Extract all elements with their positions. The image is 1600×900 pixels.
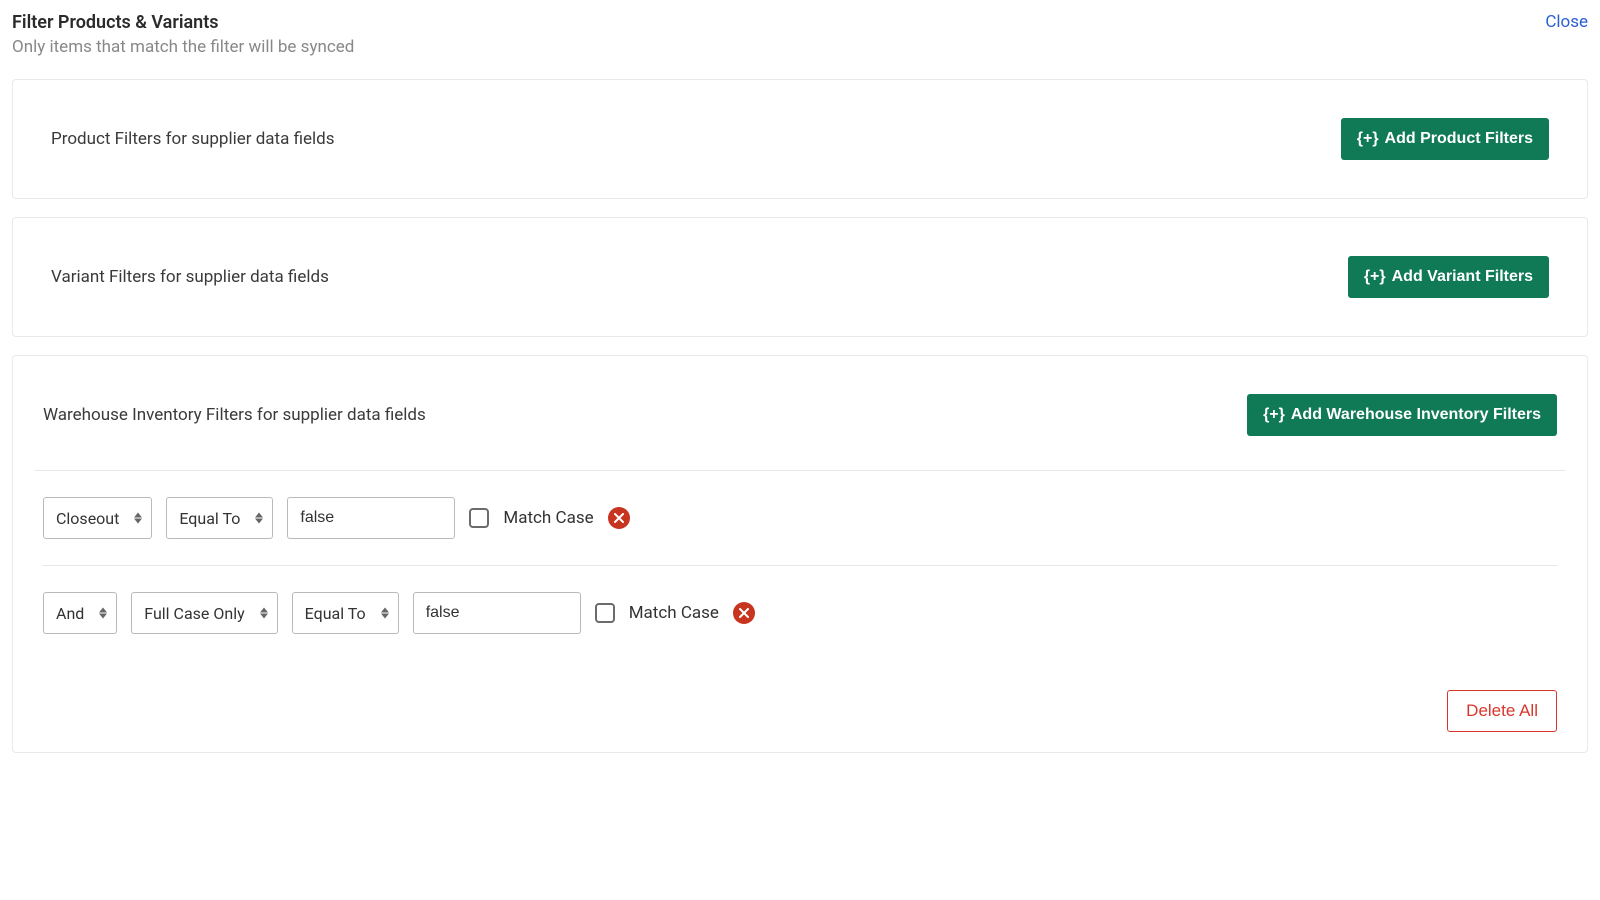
- filter-row: And Full Case Only Equal To Match Case: [43, 566, 1557, 660]
- add-product-filters-button[interactable]: {+} Add Product Filters: [1341, 118, 1549, 160]
- product-filters-title: Product Filters for supplier data fields: [51, 129, 335, 149]
- add-inventory-filters-button[interactable]: {+} Add Warehouse Inventory Filters: [1247, 394, 1557, 436]
- add-product-filters-label: Add Product Filters: [1385, 130, 1533, 148]
- add-variant-filters-button[interactable]: {+} Add Variant Filters: [1348, 256, 1549, 298]
- match-case-label: Match Case: [629, 603, 719, 623]
- operator-select[interactable]: Equal To: [292, 592, 399, 634]
- value-input[interactable]: [413, 592, 581, 634]
- field-select[interactable]: Full Case Only: [131, 592, 277, 634]
- field-select-value: Closeout: [56, 509, 119, 528]
- page-subtitle: Only items that match the filter will be…: [12, 37, 1588, 57]
- variant-filters-card: Variant Filters for supplier data fields…: [12, 217, 1588, 337]
- operator-select-value: Equal To: [305, 604, 366, 623]
- add-variant-filters-label: Add Variant Filters: [1392, 268, 1533, 286]
- value-input[interactable]: [287, 497, 455, 539]
- inventory-filters-card: Warehouse Inventory Filters for supplier…: [12, 355, 1588, 753]
- plus-braces-icon: {+}: [1357, 130, 1379, 148]
- close-link[interactable]: Close: [1545, 12, 1588, 32]
- product-filters-card: Product Filters for supplier data fields…: [12, 79, 1588, 199]
- close-icon: [614, 513, 624, 523]
- page-title: Filter Products & Variants: [12, 12, 219, 33]
- plus-braces-icon: {+}: [1364, 268, 1386, 286]
- field-select[interactable]: Closeout: [43, 497, 152, 539]
- plus-braces-icon: {+}: [1263, 406, 1285, 424]
- filter-row: Closeout Equal To Match Case: [43, 471, 1557, 566]
- delete-row-button[interactable]: [733, 602, 755, 624]
- delete-all-button[interactable]: Delete All: [1447, 690, 1557, 732]
- match-case-checkbox[interactable]: [469, 508, 489, 528]
- operator-select-value: Equal To: [179, 509, 240, 528]
- logic-select[interactable]: And: [43, 592, 117, 634]
- variant-filters-title: Variant Filters for supplier data fields: [51, 267, 329, 287]
- add-inventory-filters-label: Add Warehouse Inventory Filters: [1291, 406, 1541, 424]
- logic-select-value: And: [56, 604, 84, 623]
- match-case-label: Match Case: [503, 508, 593, 528]
- inventory-filters-title: Warehouse Inventory Filters for supplier…: [43, 405, 426, 425]
- close-icon: [739, 608, 749, 618]
- match-case-checkbox[interactable]: [595, 603, 615, 623]
- field-select-value: Full Case Only: [144, 604, 244, 623]
- delete-row-button[interactable]: [608, 507, 630, 529]
- operator-select[interactable]: Equal To: [166, 497, 273, 539]
